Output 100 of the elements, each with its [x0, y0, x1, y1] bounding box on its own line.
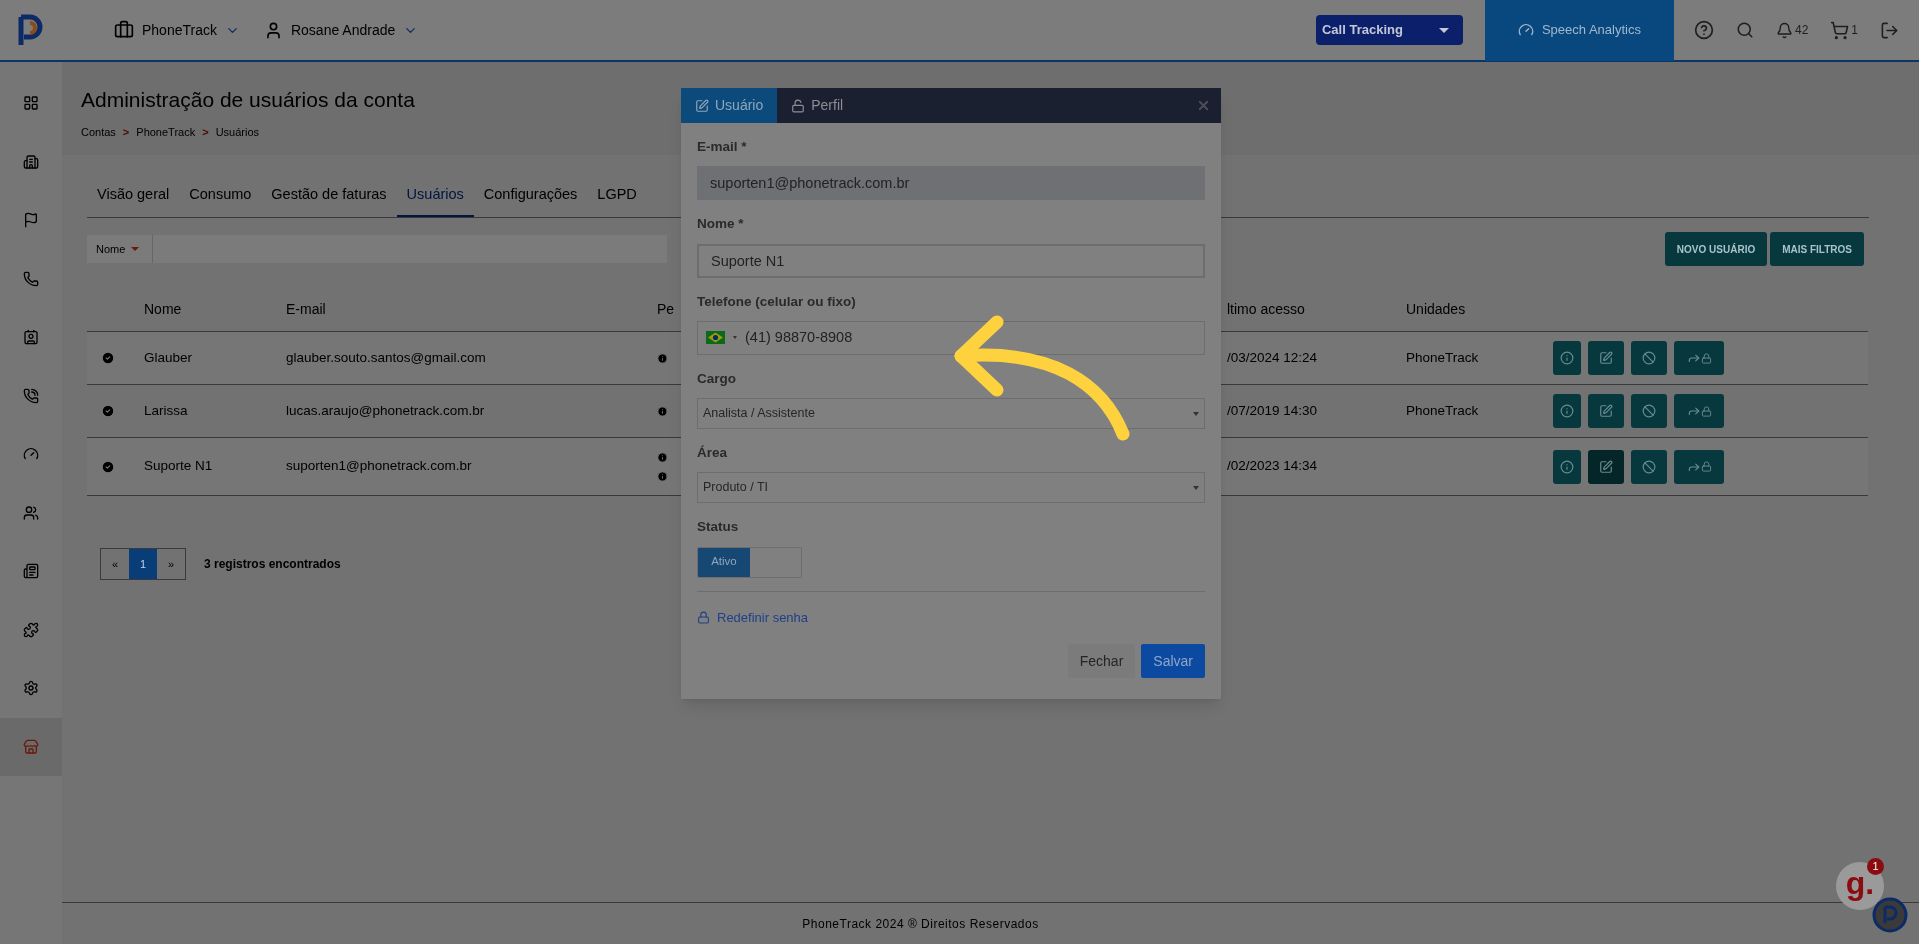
row-action-button[interactable]	[1588, 394, 1624, 428]
status-toggle[interactable]: Ativo	[697, 546, 802, 578]
field-label: Cargo	[697, 369, 737, 388]
filter-button[interactable]: NOVO USUÁRIO	[1664, 232, 1768, 266]
select-field[interactable]: Produto / TI	[697, 472, 1205, 504]
logo-bubble-icon[interactable]	[1872, 897, 1908, 933]
user-menu[interactable]: Rosane Andrade	[263, 19, 419, 41]
column-header[interactable]: E-mail	[286, 299, 657, 320]
row-action-button[interactable]	[1553, 341, 1581, 375]
row-action-button[interactable]	[1631, 394, 1667, 428]
text-field[interactable]: Suporte N1	[697, 243, 1205, 278]
dashboard-icon	[23, 95, 39, 112]
modal-tab[interactable]: Perfil	[777, 88, 858, 123]
flag-icon	[23, 212, 39, 229]
phone-icon	[23, 387, 39, 404]
pagination-prev[interactable]: «	[101, 549, 129, 579]
tab[interactable]: Visão geral	[87, 175, 180, 217]
row-action-button[interactable]	[1674, 394, 1724, 428]
info-icon	[657, 451, 668, 463]
cart-button[interactable]: 1	[1830, 20, 1858, 40]
row-action-button[interactable]	[1631, 341, 1667, 375]
edit-icon	[1599, 459, 1613, 474]
speech-analytics-button[interactable]: Speech Analytics	[1484, 0, 1674, 61]
lock-icon	[697, 610, 710, 624]
caret-icon	[1193, 411, 1199, 416]
breadcrumb-link[interactable]: Usuários	[215, 123, 260, 140]
field-label: E-mail *	[697, 138, 748, 156]
tab[interactable]: Consumo	[179, 175, 262, 217]
sidebar-item[interactable]	[0, 717, 62, 776]
tab[interactable]: Configurações	[473, 175, 588, 217]
breadcrumb-link[interactable]: PhoneTrack	[136, 123, 196, 140]
block-icon	[1642, 404, 1656, 418]
row-action-button[interactable]	[1588, 449, 1624, 484]
puzzle-icon	[23, 621, 39, 638]
table-cell-text: Suporte N1	[144, 457, 214, 476]
block-icon	[1642, 459, 1656, 474]
row-action-button[interactable]	[1674, 449, 1724, 484]
info-icon	[657, 470, 668, 482]
product-select[interactable]: Call Tracking	[1315, 15, 1463, 45]
flag-icon	[706, 331, 725, 345]
tab[interactable]: Usuários	[396, 175, 474, 217]
results-count: 3 registros encontrados	[204, 556, 341, 573]
store-icon	[23, 738, 39, 755]
table-cell-text: /03/2024 12:24	[1226, 348, 1319, 367]
contact-card-icon	[23, 329, 39, 346]
row-action-button[interactable]	[1631, 449, 1667, 484]
caret-icon	[1193, 485, 1199, 490]
tab[interactable]: Gestão de faturas	[261, 175, 397, 217]
row-action-button[interactable]	[1588, 341, 1624, 375]
column-header[interactable]: Unidades	[1406, 299, 1553, 320]
notifications-button[interactable]: 42	[1775, 21, 1809, 39]
account-menu[interactable]: PhoneTrack	[114, 19, 240, 41]
column-header[interactable]: Nome	[144, 299, 286, 320]
forward-lock-icon	[1686, 351, 1712, 365]
breadcrumb-separator: >	[122, 124, 130, 140]
phone-value: (41) 98870-8908	[745, 327, 853, 347]
field-label: Nome *	[697, 215, 745, 234]
reset-password-link[interactable]: Redefinir senha	[697, 607, 809, 627]
info-icon	[1560, 459, 1574, 474]
notification-count-badge: 1	[1867, 858, 1884, 875]
filter-field-select[interactable]: Nome	[87, 235, 153, 263]
users-icon	[23, 504, 39, 521]
select-field[interactable]: Analista / Assistente	[697, 398, 1205, 429]
help-icon[interactable]	[1693, 20, 1714, 40]
edit-icon	[1599, 404, 1613, 418]
close-button[interactable]: Fechar	[1067, 644, 1136, 678]
search-icon[interactable]	[1735, 21, 1754, 39]
field-label: Status	[697, 518, 740, 537]
pagination-page[interactable]: 1	[129, 549, 157, 579]
unlock-icon	[791, 98, 806, 113]
table-cell-text: suporten1@phonetrack.com.br	[286, 457, 473, 476]
briefcase-icon	[114, 20, 134, 40]
table-cell-text: Larissa	[144, 401, 189, 420]
breadcrumb-link[interactable]: Contas	[81, 123, 116, 140]
block-icon	[1642, 351, 1656, 365]
row-action-button[interactable]	[1553, 449, 1581, 484]
pagination-next[interactable]: »	[157, 549, 185, 579]
info-icon	[657, 405, 668, 417]
phone-icon	[23, 270, 39, 287]
table-cell-text: Glauber	[144, 348, 194, 367]
building-icon	[23, 153, 39, 170]
phone-field[interactable]: (41) 98870-8908	[697, 320, 1205, 355]
modal-tab[interactable]: Usuário	[681, 88, 778, 123]
table-cell-text: /07/2019 14:30	[1226, 401, 1319, 420]
tab[interactable]: LGPD	[587, 175, 647, 217]
table-cell-text: lucas.araujo@phonetrack.com.br	[286, 401, 486, 420]
filter-button[interactable]: MAIS FILTROS	[1770, 232, 1864, 266]
forward-lock-icon	[1686, 404, 1712, 418]
page-title: Administração de usuários da conta	[81, 87, 415, 113]
caret-icon	[131, 247, 140, 251]
close-icon[interactable]	[1196, 98, 1211, 113]
breadcrumb-separator: >	[202, 124, 209, 140]
save-button[interactable]: Salvar	[1141, 644, 1205, 678]
row-action-button[interactable]	[1553, 394, 1581, 428]
edit-icon	[695, 98, 709, 113]
row-action-button[interactable]	[1674, 341, 1724, 375]
caret-icon	[733, 336, 737, 340]
edit-icon	[1599, 351, 1613, 365]
logout-icon[interactable]	[1880, 20, 1899, 40]
forward-lock-icon	[1686, 459, 1712, 474]
